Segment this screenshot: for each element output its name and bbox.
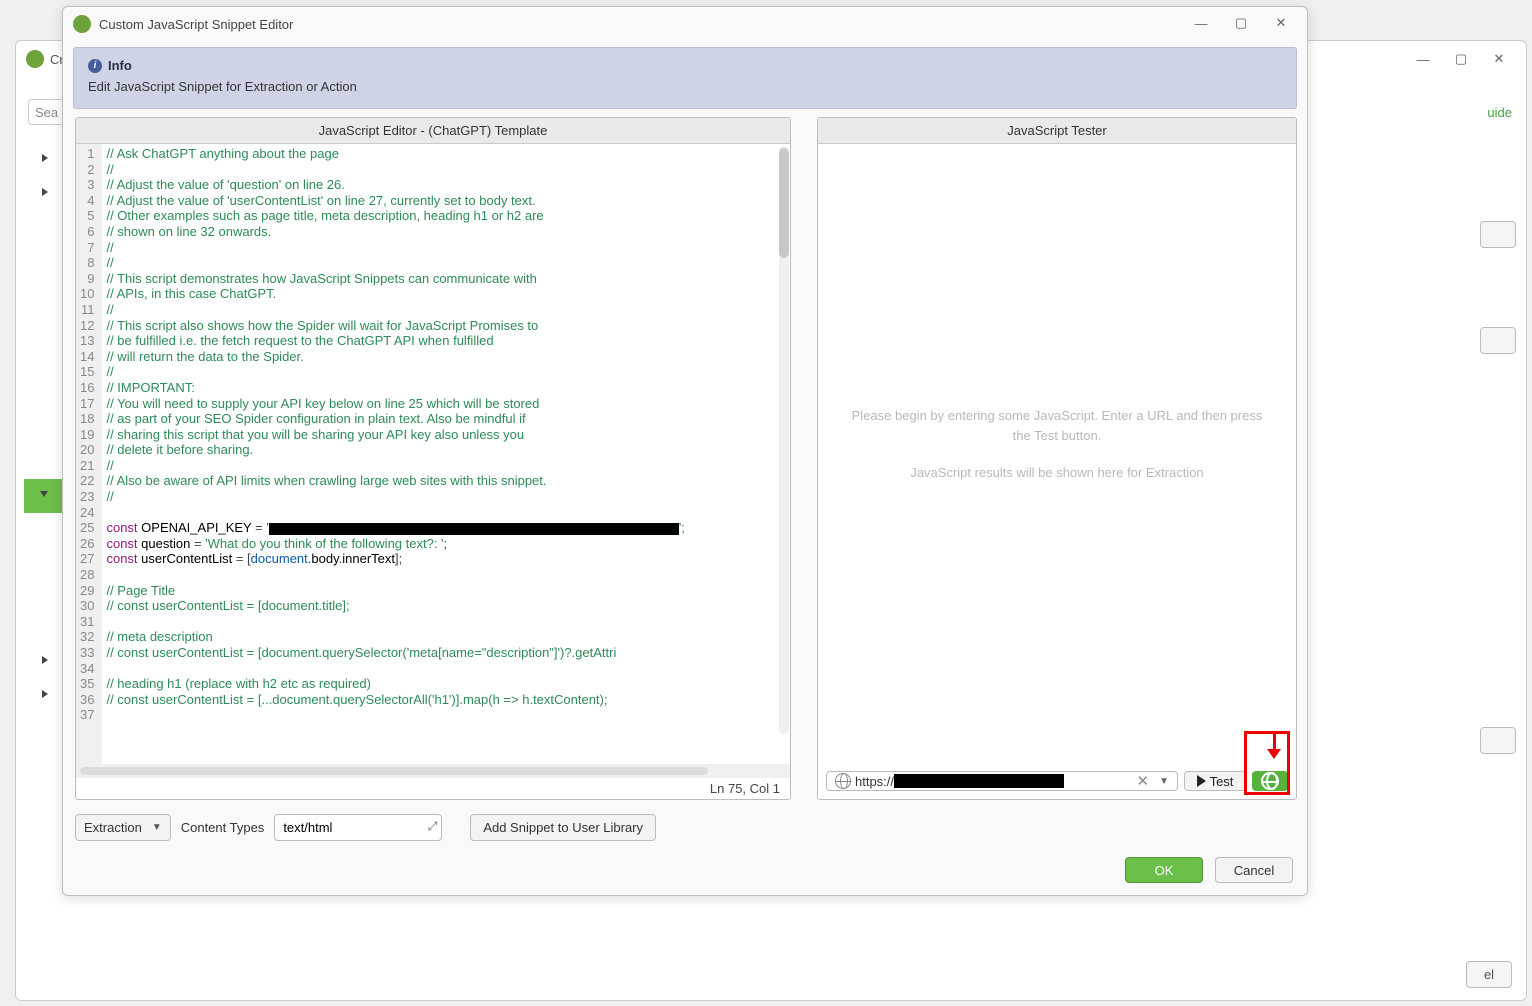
clear-url-icon[interactable]: ✕ — [1131, 772, 1156, 790]
bg-button[interactable] — [1480, 327, 1516, 354]
open-browser-button[interactable] — [1252, 771, 1288, 791]
code-area[interactable]: // Ask ChatGPT anything about the page//… — [102, 144, 790, 764]
dialog-titlebar: Custom JavaScript Snippet Editor — ▢ ✕ — [63, 7, 1307, 41]
guide-link[interactable]: uide — [1487, 105, 1512, 120]
globe-icon — [1261, 772, 1279, 790]
chevron-down-icon: ▼ — [152, 822, 162, 833]
add-to-library-button[interactable]: Add Snippet to User Library — [470, 814, 656, 841]
content-types-label: Content Types — [181, 820, 265, 835]
parent-window-controls: — ▢ ✕ — [1404, 45, 1518, 73]
maximize-button[interactable]: ▢ — [1221, 9, 1261, 37]
dialog-title: Custom JavaScript Snippet Editor — [99, 17, 293, 32]
line-gutter: 1234567891011121314151617181920212223242… — [76, 144, 102, 764]
ok-button[interactable]: OK — [1125, 857, 1203, 883]
dialog-buttons: OK Cancel — [63, 847, 1307, 895]
editor-title: JavaScript Editor - (ChatGPT) Template — [76, 118, 790, 144]
snippet-editor-dialog: Custom JavaScript Snippet Editor — ▢ ✕ i… — [62, 6, 1308, 896]
globe-icon — [835, 773, 851, 789]
info-body: Edit JavaScript Snippet for Extraction o… — [88, 79, 1282, 94]
close-button[interactable]: ✕ — [1261, 9, 1301, 37]
play-icon — [1197, 775, 1206, 787]
window-controls: — ▢ ✕ — [1181, 9, 1301, 37]
scrollbar-vertical[interactable] — [779, 146, 789, 734]
tester-pane: JavaScript Tester Please begin by enteri… — [817, 117, 1297, 800]
test-button[interactable]: Test — [1184, 771, 1246, 791]
maximize-icon[interactable]: ▢ — [1442, 45, 1480, 73]
url-dropdown-icon[interactable]: ▼ — [1155, 776, 1173, 787]
app-icon — [73, 15, 91, 33]
footer-toolbar: Extraction▼ Content Types text/html ⤢ Ad… — [63, 804, 1307, 847]
url-input[interactable]: https:// ✕ ▼ — [826, 771, 1178, 791]
info-banner: i Info Edit JavaScript Snippet for Extra… — [73, 47, 1297, 109]
tester-toolbar: https:// ✕ ▼ Test — [818, 763, 1296, 799]
minimize-icon[interactable]: — — [1404, 45, 1442, 73]
expand-icon[interactable]: ⤢ — [428, 819, 438, 834]
mode-dropdown[interactable]: Extraction▼ — [75, 814, 171, 841]
minimize-button[interactable]: — — [1181, 9, 1221, 37]
code-editor[interactable]: 1234567891011121314151617181920212223242… — [76, 144, 790, 764]
cancel-button[interactable]: Cancel — [1215, 857, 1293, 883]
bg-button[interactable] — [1480, 727, 1516, 754]
info-icon: i — [88, 59, 102, 73]
content-types-input[interactable]: text/html ⤢ — [274, 814, 442, 841]
bg-button[interactable] — [1480, 221, 1516, 248]
close-icon[interactable]: ✕ — [1480, 45, 1518, 73]
bg-cancel-button[interactable]: el — [1466, 961, 1512, 988]
editor-status: Ln 75, Col 1 — [76, 778, 790, 799]
info-heading: Info — [108, 58, 132, 73]
tester-hint-2: JavaScript results will be shown here fo… — [910, 463, 1203, 483]
scrollbar-horizontal[interactable] — [76, 764, 790, 778]
redacted-url — [894, 774, 1064, 788]
editor-pane: JavaScript Editor - (ChatGPT) Template 1… — [75, 117, 791, 800]
app-icon — [26, 50, 44, 68]
tester-title: JavaScript Tester — [818, 118, 1296, 144]
tester-hint-1: Please begin by entering some JavaScript… — [848, 406, 1266, 445]
tester-hint: Please begin by entering some JavaScript… — [818, 144, 1296, 763]
